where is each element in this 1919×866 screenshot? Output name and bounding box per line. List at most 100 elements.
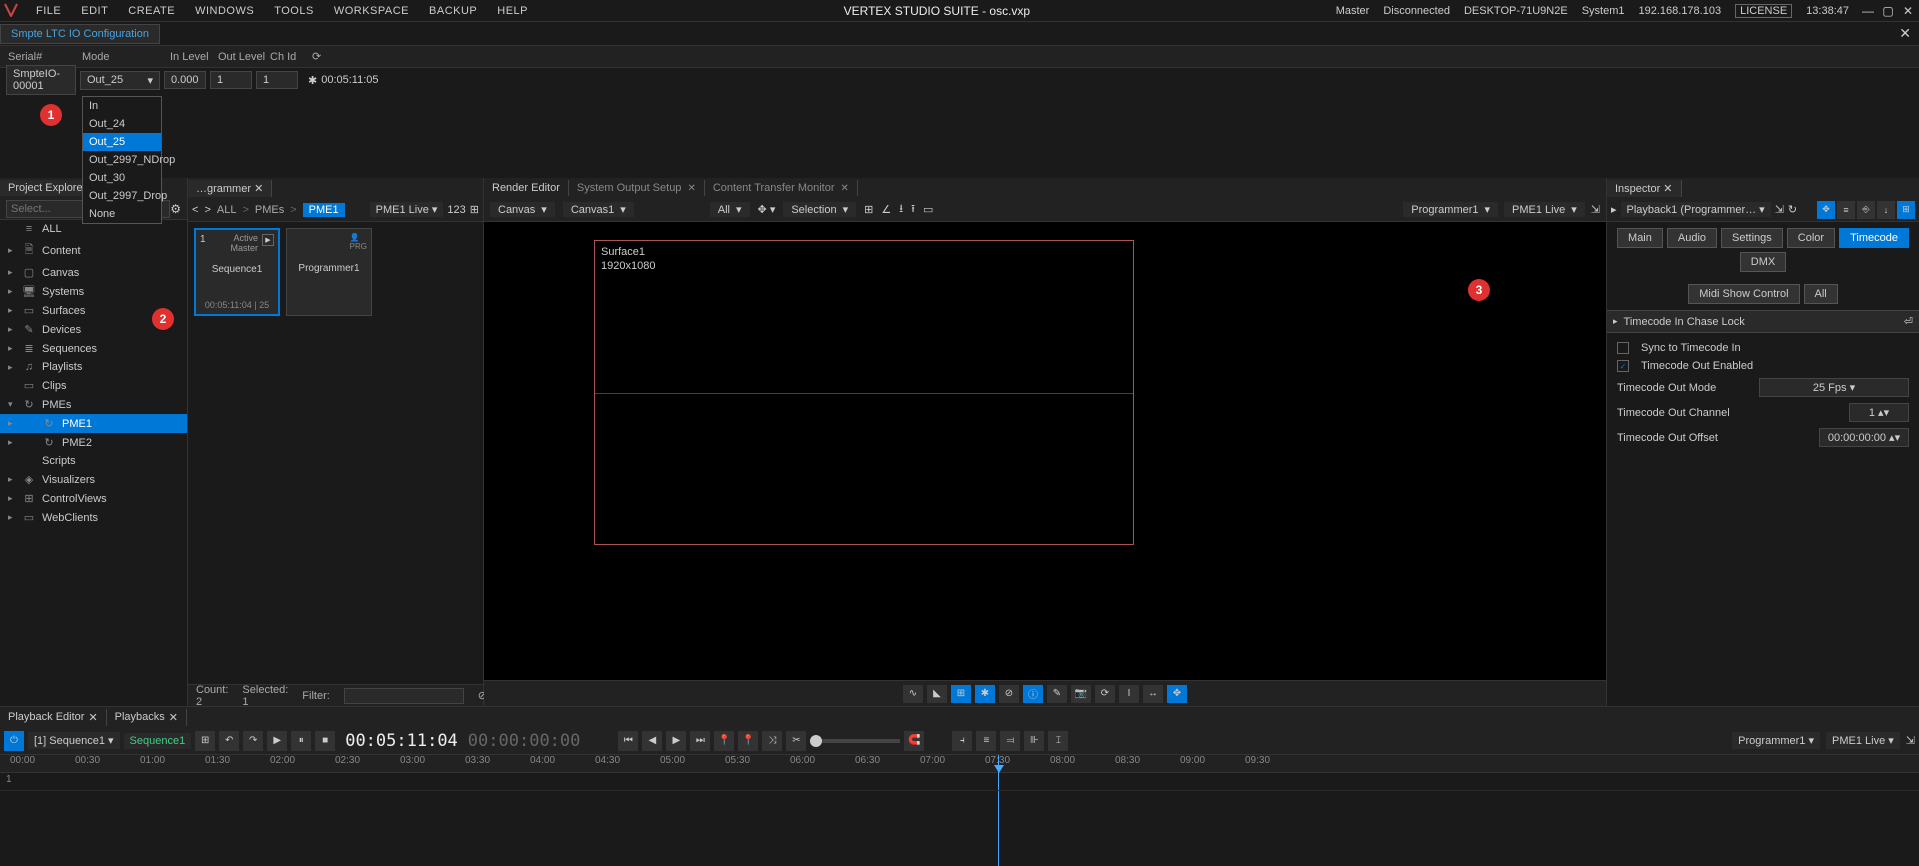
- step-fwd-icon[interactable]: ▶: [666, 731, 686, 751]
- insp-tab-settings[interactable]: Settings: [1721, 228, 1783, 248]
- insp-tab-timecode[interactable]: Timecode: [1839, 228, 1909, 248]
- menu-tools[interactable]: TOOLS: [264, 3, 324, 19]
- inspector-tab[interactable]: Inspector ✕: [1607, 180, 1682, 197]
- play-button[interactable]: ▶: [267, 731, 287, 751]
- selection-mode[interactable]: Selection ▾: [783, 202, 856, 217]
- render-tab[interactable]: System Output Setup✕: [569, 180, 705, 196]
- insp-section-header[interactable]: Timecode In Chase Lock ⏎: [1607, 310, 1919, 333]
- insp-target[interactable]: Playback1 (Programmer… ▾: [1621, 202, 1771, 217]
- nav-back-icon[interactable]: <: [192, 204, 198, 216]
- sequence-select[interactable]: [1] Sequence1 ▾: [28, 732, 120, 749]
- insp-midi-btn[interactable]: Midi Show Control: [1688, 284, 1799, 304]
- inlevel-input[interactable]: 0.000: [164, 71, 206, 89]
- mode-option[interactable]: In: [83, 97, 161, 115]
- render-viewport[interactable]: Surface1 1920x1080: [484, 222, 1606, 680]
- mode-dropdown-list[interactable]: InOut_24Out_25Out_2997_NDropOut_30Out_29…: [82, 96, 162, 224]
- programmer-card[interactable]: 👤PRGProgrammer1: [286, 228, 372, 316]
- chid-input[interactable]: 1: [256, 71, 298, 89]
- pb-layer[interactable]: PME1 Live ▾: [1826, 732, 1900, 749]
- breadcrumb-pmes[interactable]: PMEs: [255, 204, 284, 216]
- insp-all-btn[interactable]: All: [1804, 284, 1838, 304]
- insp-play-icon[interactable]: ▸: [1611, 203, 1617, 216]
- tree-item-systems[interactable]: 🖥Systems: [0, 282, 187, 301]
- tool-rotate-icon[interactable]: ⟳: [1095, 685, 1115, 703]
- prop-out-enabled[interactable]: Timecode Out Enabled: [1617, 357, 1909, 375]
- breadcrumb-all[interactable]: ALL: [217, 204, 237, 216]
- return-icon[interactable]: ⏎: [1904, 315, 1913, 328]
- track-row[interactable]: 1: [0, 773, 1919, 791]
- mode-option[interactable]: Out_25: [83, 133, 161, 151]
- tool-draw-icon[interactable]: ✎: [1047, 685, 1067, 703]
- bounds-icon[interactable]: ▭: [923, 203, 933, 216]
- snap-down-icon[interactable]: ⭳: [899, 200, 903, 219]
- gear-icon[interactable]: ⚙: [170, 202, 181, 216]
- insp-link-icon[interactable]: ⎆: [1857, 201, 1875, 219]
- move-icon[interactable]: ✥ ▾: [758, 203, 776, 216]
- programmer-tab[interactable]: …grammer ✕: [188, 180, 272, 197]
- filter-all[interactable]: All ▾: [710, 202, 750, 217]
- playhead[interactable]: [998, 755, 999, 866]
- tool-target-icon[interactable]: ✥: [1167, 685, 1187, 703]
- project-explorer-tab[interactable]: Project Explorer: [0, 180, 95, 196]
- tool-snap-icon[interactable]: ✱: [975, 685, 995, 703]
- insp-pin-icon[interactable]: ⇲: [1775, 203, 1784, 216]
- config-close[interactable]: ✕: [1899, 25, 1911, 42]
- align-r-icon[interactable]: ⫤: [1000, 731, 1020, 751]
- insp-tab-color[interactable]: Color: [1787, 228, 1835, 248]
- canvas-label[interactable]: Canvas ▾: [490, 202, 555, 217]
- snap-icon[interactable]: 🧲: [904, 731, 924, 751]
- out-offset-input[interactable]: 00:00:00:00 ▴▾: [1819, 428, 1909, 447]
- menu-windows[interactable]: WINDOWS: [185, 3, 264, 19]
- breadcrumb-current[interactable]: PME1: [303, 203, 345, 217]
- tool-grid-icon[interactable]: ⊞: [951, 685, 971, 703]
- power-button[interactable]: ⏻: [4, 731, 24, 751]
- checkbox-sync-in[interactable]: [1617, 342, 1629, 354]
- close-icon[interactable]: ✕: [169, 711, 178, 724]
- render-layer[interactable]: PME1 Live ▾: [1504, 202, 1585, 217]
- insp-sort-icon[interactable]: ↓: [1877, 201, 1895, 219]
- insp-refresh-icon[interactable]: ↻: [1788, 203, 1797, 216]
- tree-item-clips[interactable]: ▭Clips: [0, 376, 187, 395]
- menu-backup[interactable]: BACKUP: [419, 3, 487, 19]
- surface-box[interactable]: Surface1 1920x1080: [594, 240, 1134, 545]
- dist-icon[interactable]: ⊪: [1024, 731, 1044, 751]
- config-tab-smpte[interactable]: Smpte LTC IO Configuration: [0, 24, 160, 44]
- tree-item-pme1[interactable]: ↻PME1: [0, 414, 187, 433]
- project-tree[interactable]: ≡ALL🗎Content▢Canvas🖥Systems▭Surfaces✎Dev…: [0, 220, 187, 706]
- prog-num-icon[interactable]: 123: [447, 204, 465, 216]
- tool-camera-icon[interactable]: 📷: [1071, 685, 1091, 703]
- shuffle-icon[interactable]: ⤨: [762, 731, 782, 751]
- out-mode-select[interactable]: 25 Fps ▾: [1759, 378, 1909, 397]
- playback-tab[interactable]: Playbacks ✕: [107, 709, 187, 726]
- tree-item-pme2[interactable]: ↻PME2: [0, 433, 187, 452]
- tree-item-scripts[interactable]: Scripts: [0, 452, 187, 470]
- close-icon[interactable]: ✕: [687, 183, 695, 194]
- angle-icon[interactable]: ∠: [881, 203, 891, 216]
- align-c-icon[interactable]: ≡: [976, 731, 996, 751]
- marker2-icon[interactable]: 📍: [738, 731, 758, 751]
- render-tab[interactable]: Content Transfer Monitor✕: [705, 180, 858, 196]
- align-l-icon[interactable]: ⫞: [952, 731, 972, 751]
- loop-icon[interactable]: ⊞: [195, 731, 215, 751]
- pb-pin-icon[interactable]: ⇲: [1906, 734, 1915, 747]
- tool-width-icon[interactable]: ↔: [1143, 685, 1163, 703]
- prop-sync-in[interactable]: Sync to Timecode In: [1617, 339, 1909, 357]
- tree-item-sequences[interactable]: ≣Sequences: [0, 339, 187, 358]
- tree-item-content[interactable]: 🗎Content: [0, 238, 187, 263]
- serial-input[interactable]: SmpteIO-00001: [6, 65, 76, 95]
- tree-item-webclients[interactable]: ▭WebClients: [0, 508, 187, 527]
- menu-file[interactable]: FILE: [26, 3, 71, 19]
- canvas-select[interactable]: Canvas1 ▾: [563, 202, 634, 217]
- snap-up-icon[interactable]: ⭱: [911, 200, 915, 219]
- cut-icon[interactable]: ✂: [786, 731, 806, 751]
- prog-layer-select[interactable]: PME1 Live ▾: [370, 202, 444, 217]
- close-icon[interactable]: ✕: [88, 711, 97, 724]
- tree-item-playlists[interactable]: ♫Playlists: [0, 358, 187, 376]
- out-channel-input[interactable]: 1 ▴▾: [1849, 403, 1909, 422]
- insp-list-icon[interactable]: ≡: [1837, 201, 1855, 219]
- card-play-icon[interactable]: ▶: [262, 234, 274, 246]
- window-close[interactable]: ✕: [1901, 4, 1915, 18]
- mode-option[interactable]: None: [83, 205, 161, 223]
- insp-tab-audio[interactable]: Audio: [1667, 228, 1717, 248]
- goto-end-icon[interactable]: ⏭: [690, 731, 710, 751]
